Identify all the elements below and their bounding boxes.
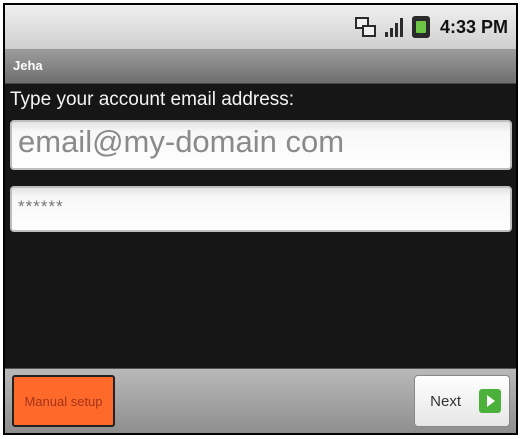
manual-setup-label: Manual setup <box>24 393 103 409</box>
password-input[interactable]: ****** <box>10 186 512 232</box>
next-arrow-icon <box>479 389 501 413</box>
signal-icon <box>384 18 403 37</box>
status-clock: 4:33 PM <box>439 16 508 37</box>
password-masked-text: ****** <box>18 197 64 216</box>
next-label: Next <box>430 392 461 410</box>
next-button[interactable]: Next <box>414 375 510 427</box>
email-prompt-label: Type your account email address: <box>10 89 295 110</box>
app-title-bar: Jeha <box>5 50 516 84</box>
phone-screen: 4:33 PM Jeha Type your account email add… <box>3 3 518 435</box>
manual-setup-button[interactable]: Manual setup <box>12 375 115 427</box>
network-3g-icon <box>354 17 376 37</box>
app-title: Jeha <box>13 58 43 73</box>
battery-icon <box>411 16 430 38</box>
email-placeholder-text: email@my-domain com <box>18 124 345 159</box>
email-input[interactable]: email@my-domain com <box>10 120 512 170</box>
bottom-button-bar: Manual setup Next <box>5 368 516 433</box>
status-bar: 4:33 PM <box>5 5 516 50</box>
status-icons: 4:33 PM <box>354 13 508 41</box>
